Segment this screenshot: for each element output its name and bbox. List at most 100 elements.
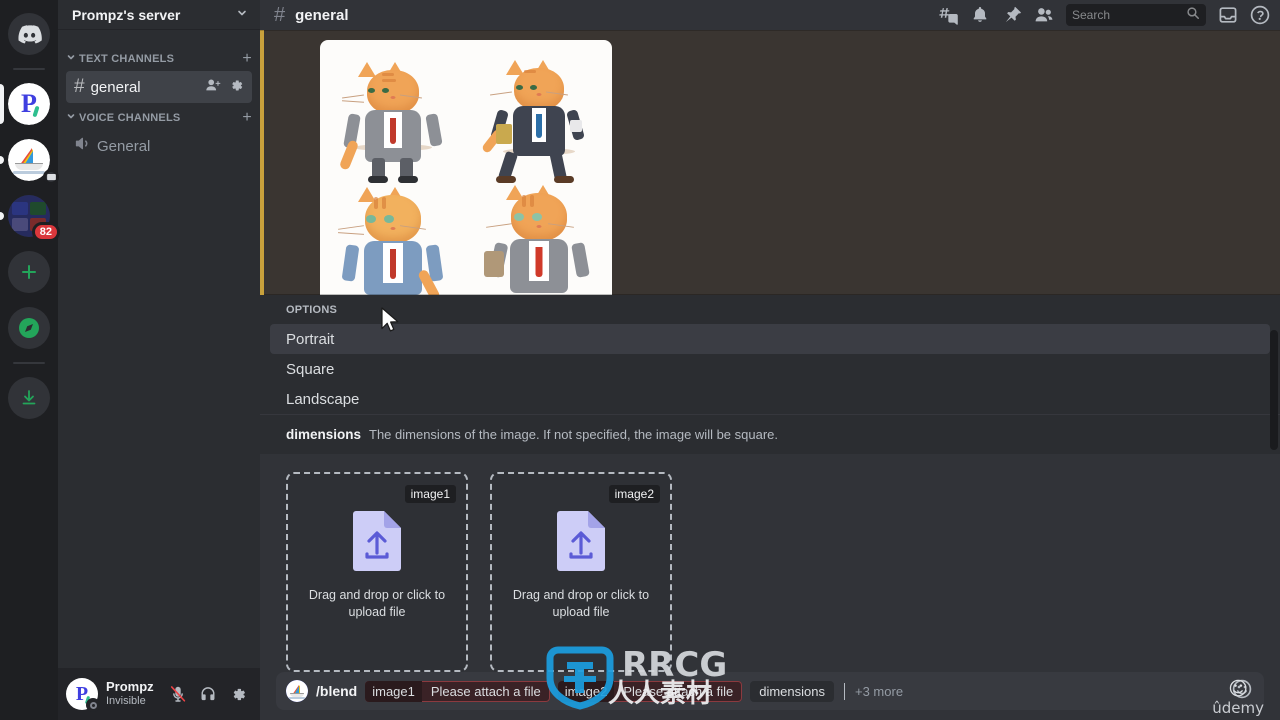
command-token-key-image2: image2 bbox=[557, 680, 615, 702]
mic-muted-icon[interactable] bbox=[164, 680, 192, 708]
file-upload-icon-2 bbox=[555, 510, 607, 577]
server-name-header[interactable]: Prompz's server bbox=[58, 0, 260, 30]
search-placeholder: Search bbox=[1072, 8, 1111, 22]
server-icon-discord-home[interactable] bbox=[0, 10, 58, 58]
autocomplete-description-keyword: dimensions bbox=[286, 427, 362, 442]
server-icon-prompz[interactable]: P bbox=[0, 80, 58, 128]
main-content: # general Search OPTIONS Portrait Square… bbox=[260, 0, 1280, 720]
channel-name-label: general bbox=[90, 78, 141, 96]
more-options-label[interactable]: +3 more bbox=[855, 684, 903, 699]
command-input-bar[interactable]: /blend image1 Please attach a file image… bbox=[276, 672, 1264, 710]
inbox-icon[interactable] bbox=[1216, 3, 1240, 27]
category-collapse-icon bbox=[66, 52, 76, 64]
autocomplete-option-label-2: Square bbox=[286, 360, 335, 378]
create-text-channel-button[interactable]: + bbox=[242, 51, 252, 67]
user-panel-buttons bbox=[164, 680, 252, 708]
cat-grid bbox=[320, 40, 612, 295]
autocomplete-option-label-3: Landscape bbox=[286, 390, 360, 408]
speaker-icon bbox=[74, 135, 91, 158]
command-token-value-dimensions: dimensions bbox=[759, 683, 825, 699]
pin-icon[interactable] bbox=[1000, 3, 1024, 27]
search-icon bbox=[1186, 6, 1200, 25]
autocomplete-option-portrait[interactable]: Portrait bbox=[270, 324, 1270, 354]
explore-servers-button[interactable] bbox=[0, 304, 58, 352]
autocomplete-section-header: OPTIONS bbox=[286, 304, 338, 316]
autocomplete-option-landscape[interactable]: Landscape bbox=[270, 384, 1270, 414]
page-title: general bbox=[295, 6, 349, 24]
category-label-2: VOICE CHANNELS bbox=[79, 112, 181, 124]
bot-avatar-icon bbox=[286, 680, 308, 702]
category-text-channels[interactable]: TEXT CHANNELS + bbox=[58, 48, 260, 70]
upload-dropzones: image1 Drag and drop or click to upload … bbox=[260, 454, 1280, 672]
autocomplete-options: OPTIONS Portrait Square Landscape bbox=[260, 295, 1280, 414]
server-unread-pill-2 bbox=[0, 212, 4, 220]
autocomplete-option-label: Portrait bbox=[286, 330, 335, 348]
hash-icon: # bbox=[74, 76, 85, 97]
members-icon[interactable] bbox=[1032, 3, 1056, 27]
channel-sidebar: Prompz's server TEXT CHANNELS + # genera… bbox=[58, 0, 260, 720]
cat-cell-1 bbox=[320, 40, 466, 183]
message-image-area bbox=[260, 30, 1280, 295]
gear-icon[interactable] bbox=[229, 78, 244, 97]
gear-icon-settings[interactable] bbox=[224, 680, 252, 708]
user-panel: P Prompz Invisible bbox=[58, 668, 260, 720]
server-name-label: Prompz's server bbox=[72, 6, 181, 23]
user-status-label: Invisible bbox=[106, 695, 146, 708]
download-apps-button[interactable] bbox=[0, 374, 58, 422]
slash-command-autocomplete: OPTIONS Portrait Square Landscape dimens… bbox=[260, 295, 1280, 720]
server-mention-badge: 82 bbox=[31, 222, 60, 242]
username-label: Prompz bbox=[106, 679, 154, 695]
emoji-icon[interactable] bbox=[1232, 679, 1252, 704]
generated-image-attachment[interactable] bbox=[320, 40, 612, 295]
command-token-dimensions[interactable]: dimensions bbox=[750, 680, 834, 702]
category-label: TEXT CHANNELS bbox=[79, 53, 175, 65]
chevron-down-icon bbox=[236, 7, 248, 22]
server-icon-grid[interactable]: 82 bbox=[0, 192, 60, 242]
user-names[interactable]: Prompz Invisible bbox=[106, 679, 156, 708]
sidebar-item-general[interactable]: # general bbox=[66, 71, 252, 103]
channel-list: TEXT CHANNELS + # general VOICE CHANNELS… bbox=[58, 30, 260, 668]
help-icon[interactable] bbox=[1248, 3, 1272, 27]
dropzone-image1[interactable]: image1 Drag and drop or click to upload … bbox=[286, 472, 468, 672]
dropzone-text-image1: Drag and drop or click to upload file bbox=[308, 587, 446, 619]
add-member-icon[interactable] bbox=[205, 77, 221, 97]
dropzone-tag-image2: image2 bbox=[608, 485, 660, 503]
text-caret bbox=[844, 682, 845, 700]
dropzone-image2[interactable]: image2 Drag and drop or click to upload … bbox=[490, 472, 672, 672]
plus-icon bbox=[8, 251, 50, 293]
cat-cell-4 bbox=[466, 173, 612, 296]
category-voice-channels[interactable]: VOICE CHANNELS + bbox=[58, 107, 260, 129]
avatar[interactable]: P bbox=[66, 678, 100, 712]
autocomplete-description-text: The dimensions of the image. If not spec… bbox=[369, 427, 779, 442]
command-accent-bar bbox=[260, 30, 264, 295]
headphones-icon[interactable] bbox=[194, 680, 222, 708]
rail-divider bbox=[13, 68, 45, 70]
channel-topbar: # general Search bbox=[260, 0, 1280, 30]
dropzone-text-image2: Drag and drop or click to upload file bbox=[512, 587, 650, 619]
create-voice-channel-button[interactable]: + bbox=[242, 110, 252, 126]
autocomplete-option-square[interactable]: Square bbox=[270, 354, 1270, 384]
voice-channel-name-label: General bbox=[97, 137, 151, 155]
chat-scrollbar[interactable] bbox=[1270, 330, 1278, 450]
dropzone-tag-image1: image1 bbox=[404, 485, 456, 503]
server-unread-pill bbox=[0, 156, 4, 164]
server-icon-boat[interactable] bbox=[0, 136, 59, 185]
discord-window: P 82 Prompz's server TEXT CHANNELS + # g… bbox=[0, 0, 1280, 720]
prompz-logo-icon: P bbox=[8, 83, 50, 125]
command-name-label: /blend bbox=[316, 683, 358, 699]
sidebar-item-voice-general[interactable]: General bbox=[66, 130, 252, 162]
autocomplete-description: dimensions The dimensions of the image. … bbox=[260, 414, 1280, 454]
file-upload-icon bbox=[351, 510, 403, 577]
threads-icon[interactable] bbox=[936, 3, 960, 27]
cat-cell-3 bbox=[320, 173, 466, 295]
chat-area: OPTIONS Portrait Square Landscape dimens… bbox=[260, 30, 1280, 720]
command-token-image2[interactable]: image2 Please attach a file bbox=[557, 680, 743, 702]
add-server-button[interactable] bbox=[0, 248, 58, 296]
search-input[interactable]: Search bbox=[1066, 4, 1206, 26]
command-token-key-image1: image1 bbox=[365, 680, 422, 702]
command-token-image1[interactable]: image1 Please attach a file bbox=[365, 680, 550, 702]
compass-icon bbox=[8, 307, 50, 349]
discord-logo-icon bbox=[8, 13, 50, 55]
server-screenshare-badge bbox=[43, 169, 59, 185]
bell-icon[interactable] bbox=[968, 3, 992, 27]
